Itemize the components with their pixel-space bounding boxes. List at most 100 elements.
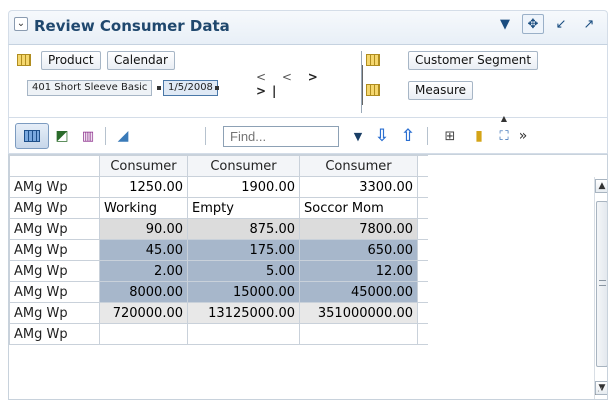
find-previous-up-arrow-icon[interactable]: ⇧ — [399, 123, 417, 149]
toolbar-collapse-icon[interactable]: ▲ — [495, 114, 513, 123]
toolbar-separator — [205, 127, 206, 145]
resize-grip-icon[interactable]: ⋰ — [594, 387, 603, 397]
grid-cell[interactable]: 15000.00 — [187, 281, 300, 303]
grid-toolbar: ◩ ▥ ◢ ▼ ⇩ ⇧ ⊞ ▮ ⛶ » ▲ — [8, 114, 608, 154]
grid-cell[interactable]: 351000000.00 — [299, 302, 418, 324]
grid-cell[interactable]: 720000.00 — [99, 302, 188, 324]
header-spacer — [417, 155, 428, 177]
table-row: AMg Wp 2.00 5.00 12.00 — [9, 260, 428, 282]
split-view-icon[interactable]: ⛶ — [495, 123, 513, 149]
vertical-scrollbar[interactable]: ▲ ▼ — [594, 177, 607, 399]
column-edge-grid-icon — [366, 54, 380, 66]
page-item-calendar[interactable]: 1/5/2008 — [163, 80, 218, 96]
grid-cell[interactable]: 1250.00 — [99, 176, 188, 198]
grid-cell[interactable]: Soccor Mom — [299, 197, 418, 219]
data-grid: Consumer Consumer Consumer AMg Wp 1250.00… — [8, 154, 608, 400]
row-dimension-area: Product Calendar < < > >| 401 Short Slee… — [15, 51, 357, 113]
row-spacer — [417, 260, 428, 282]
dim-customer-segment-button[interactable]: Customer Segment — [408, 51, 539, 70]
chart-table-icon[interactable]: ◩ — [53, 123, 71, 149]
row-header[interactable]: AMg Wp — [9, 323, 100, 345]
scroll-up-icon[interactable]: ▲ — [595, 179, 607, 193]
overflow-chevron-icon[interactable]: » — [517, 123, 529, 149]
export-icon[interactable]: ⊞ — [441, 123, 459, 149]
row-header[interactable]: AMg Wp — [9, 218, 100, 240]
grid-cell[interactable] — [99, 323, 188, 345]
grid-cell[interactable]: 3300.00 — [299, 176, 418, 198]
move-icon[interactable]: ✥ — [522, 14, 544, 34]
dim-calendar-button[interactable]: Calendar — [107, 51, 175, 70]
column-header-3[interactable]: Consumer — [299, 155, 418, 177]
grid-cell[interactable]: 90.00 — [99, 218, 188, 240]
row-spacer — [417, 197, 428, 219]
row-spacer — [417, 323, 428, 345]
corner-cell — [9, 155, 100, 177]
row-spacer — [417, 281, 428, 303]
grid-cell[interactable]: Working — [99, 197, 188, 219]
pivot-layout-area: Product Calendar < < > >| 401 Short Slee… — [8, 44, 608, 118]
row-spacer — [417, 218, 428, 240]
table-row: AMg Wp 8000.00 15000.00 45000.00 — [9, 281, 428, 303]
dim-measure-button[interactable]: Measure — [408, 81, 473, 100]
row-header[interactable]: AMg Wp — [9, 197, 100, 219]
area-chart-icon[interactable]: ◢ — [113, 123, 133, 149]
header-actions: ▼ ✥ ↙ ↗ — [494, 14, 600, 34]
grid-cell[interactable]: Empty — [187, 197, 300, 219]
table-row: AMg Wp 45.00 175.00 650.00 — [9, 239, 428, 261]
panel-title: Review Consumer Data — [34, 17, 230, 35]
bar-chart-icon[interactable]: ▥ — [79, 123, 97, 149]
row-header[interactable]: AMg Wp — [9, 239, 100, 261]
page-item-product[interactable]: 401 Short Sleeve Basic — [27, 80, 153, 96]
separator-square-icon — [157, 86, 161, 90]
row-header[interactable]: AMg Wp — [9, 176, 100, 198]
grid-cell[interactable]: 7800.00 — [299, 218, 418, 240]
ruler-icon[interactable]: ▮ — [471, 123, 487, 149]
scroll-thumb[interactable] — [596, 201, 607, 367]
table-row: AMg Wp 1250.00 1900.00 3300.00 — [9, 176, 428, 198]
column-dimension-area: Customer Segment Measure — [361, 51, 605, 113]
grid-cell[interactable]: 875.00 — [187, 218, 300, 240]
grid-cell[interactable]: 13125000.00 — [187, 302, 300, 324]
grid-cell[interactable]: 650.00 — [299, 239, 418, 261]
grid-table: Consumer Consumer Consumer AMg Wp 1250.00… — [9, 155, 428, 345]
row-header[interactable]: AMg Wp — [9, 260, 100, 282]
toolbar-separator — [105, 127, 106, 145]
grid-cell[interactable]: 175.00 — [187, 239, 300, 261]
find-input[interactable] — [223, 126, 339, 147]
column-header-row: Consumer Consumer Consumer — [9, 155, 428, 177]
grid-cell[interactable]: 2.00 — [99, 260, 188, 282]
minimize-arrow-icon[interactable]: ↙ — [550, 14, 572, 34]
row-header[interactable]: AMg Wp — [9, 281, 100, 303]
grid-cell[interactable]: 45.00 — [99, 239, 188, 261]
toolbar-separator — [427, 127, 428, 145]
table-row: AMg Wp — [9, 323, 428, 345]
dropdown-arrow-icon[interactable]: ▼ — [494, 14, 516, 34]
collapse-toggle-icon[interactable]: ⌄ — [14, 17, 28, 31]
row-spacer — [417, 302, 428, 324]
find-dropdown-icon[interactable]: ▼ — [351, 123, 365, 149]
separator-square-icon — [215, 86, 219, 90]
grid-cell[interactable]: 45000.00 — [299, 281, 418, 303]
scroll-grip-icon — [599, 280, 606, 286]
grid-cell[interactable]: 5.00 — [187, 260, 300, 282]
table-row: AMg Wp 90.00 875.00 7800.00 — [9, 218, 428, 240]
column-header-2[interactable]: Consumer — [187, 155, 300, 177]
dim-product-button[interactable]: Product — [41, 51, 101, 70]
row-edge-grid-icon — [17, 54, 31, 66]
grid-cell[interactable]: 8000.00 — [99, 281, 188, 303]
grid-cell[interactable] — [299, 323, 418, 345]
grid-cell[interactable]: 1900.00 — [187, 176, 300, 198]
review-consumer-data-panel: ⌄ Review Consumer Data ▼ ✥ ↙ ↗ Product C… — [0, 0, 616, 415]
page-nav-arrows-icon[interactable]: < < > >| — [256, 70, 357, 98]
table-row: AMg Wp Working Empty Soccor Mom — [9, 197, 428, 219]
column-header-1[interactable]: Consumer — [99, 155, 188, 177]
row-spacer — [417, 239, 428, 261]
table-row: AMg Wp 720000.00 13125000.00 351000000.00 — [9, 302, 428, 324]
find-next-down-arrow-icon[interactable]: ⇩ — [373, 123, 391, 149]
table-view-icon[interactable] — [15, 123, 49, 149]
grid-cell[interactable] — [187, 323, 300, 345]
measure-grid-icon — [366, 84, 380, 96]
grid-cell[interactable]: 12.00 — [299, 260, 418, 282]
maximize-arrow-icon[interactable]: ↗ — [578, 14, 600, 34]
row-header[interactable]: AMg Wp — [9, 302, 100, 324]
